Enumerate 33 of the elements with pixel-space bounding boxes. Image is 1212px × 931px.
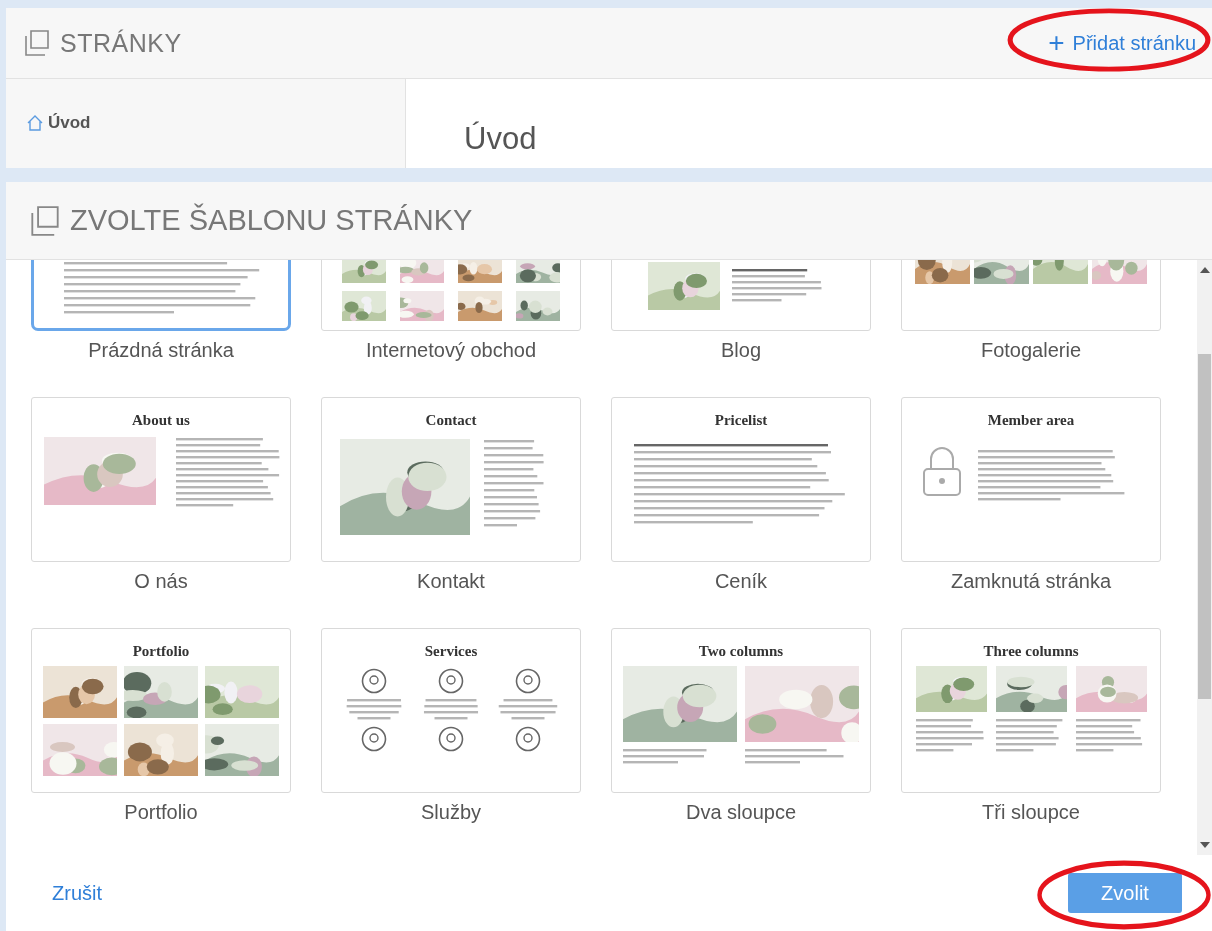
page-item[interactable]: Úvod [26, 113, 91, 133]
template-thumbnail[interactable]: Portfolio [31, 628, 291, 793]
template-name: Portfolio [123, 800, 199, 825]
template-name: Kontakt [416, 569, 486, 594]
page-title: Úvod [464, 121, 537, 156]
thumbnail-heading: Member area [986, 411, 1076, 429]
template-thumbnail[interactable]: Member area [901, 397, 1161, 562]
thumbnail-heading: Portfolio [131, 642, 191, 660]
template-thumbnail[interactable]: Services [321, 628, 581, 793]
thumbnail-heading: Two columns [697, 642, 785, 660]
template-name: Ceník [713, 569, 769, 594]
template-name: Dva sloupce [684, 800, 798, 825]
template-thumbnail[interactable]: Contact [321, 397, 581, 562]
thumbnail-heading: Services [423, 642, 479, 660]
template-name: Tři sloupce [981, 800, 1081, 825]
cancel-link[interactable]: Zrušit [46, 880, 108, 906]
dialog-title: ZVOLTE ŠABLONU STRÁNKY [70, 204, 473, 237]
template-thumbnail[interactable]: Three columns [901, 628, 1161, 793]
thumbnail-heading: Three columns [982, 642, 1080, 660]
template-name: Zamknutá stránka [949, 569, 1113, 594]
thumbnail-heading: Pricelist [713, 411, 769, 429]
template-thumbnail[interactable]: Pricelist [611, 397, 871, 562]
template-name: Fotogalerie [979, 338, 1083, 363]
template-name: Internetový obchod [364, 338, 538, 363]
template-name: Blog [720, 338, 762, 363]
template-thumbnail[interactable]: Two columns [611, 628, 871, 793]
template-name: Prázdná stránka [87, 338, 235, 363]
thumbnail-heading: About us [131, 411, 191, 429]
template-name: O nás [133, 569, 189, 594]
template-name: Služby [420, 800, 482, 825]
panel-title: STRÁNKY [60, 28, 182, 58]
template-thumbnail[interactable]: About us [31, 397, 291, 562]
thumbnail-heading: Contact [424, 411, 478, 429]
